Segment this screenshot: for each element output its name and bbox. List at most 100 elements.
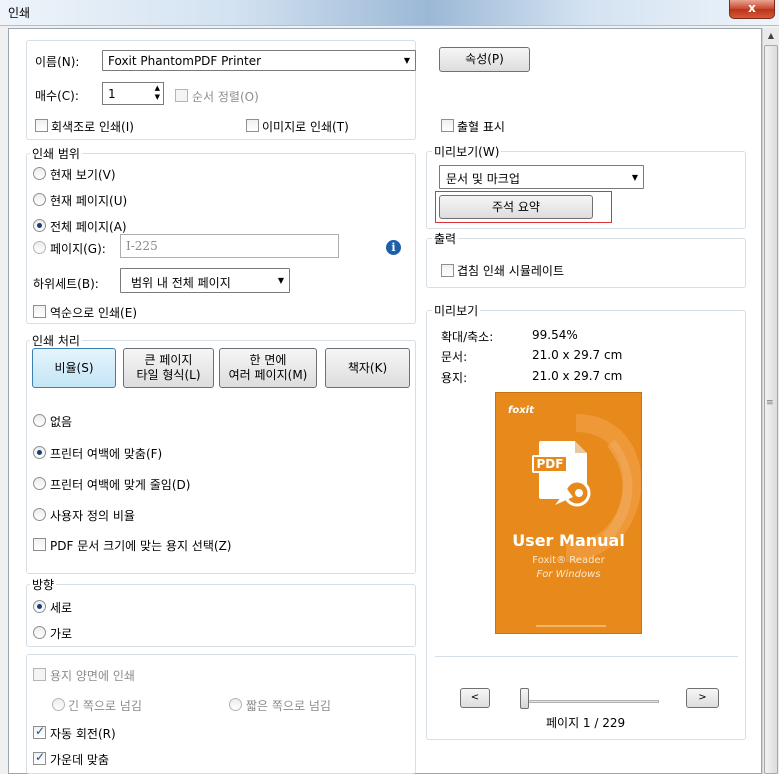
properties-button[interactable]: 속성(P) <box>439 47 530 72</box>
center-page-checkbox[interactable] <box>33 750 46 765</box>
chevron-down-icon: ▼ <box>631 173 638 182</box>
foxit-reader-emblem-icon <box>555 479 591 507</box>
summarize-comments-button[interactable]: 주석 요약 <box>439 195 593 219</box>
radio-current-view[interactable] <box>33 167 46 180</box>
radio-portrait[interactable] <box>33 600 46 613</box>
show-bleed-checkbox[interactable] <box>441 119 454 132</box>
previous-page-button[interactable]: < <box>460 688 490 708</box>
print-range-legend: 인쇄 범위 <box>30 145 82 162</box>
all-pages-label: 전체 페이지(A) <box>50 220 127 234</box>
multiple-button-line1: 한 면에 <box>249 353 287 367</box>
chevron-down-icon: ▼ <box>403 56 410 65</box>
tile-large-pages-button[interactable]: 큰 페이지 타일 형식(L) <box>123 348 214 388</box>
comments-legend: 미리보기(W) <box>432 143 502 160</box>
paper-size-label: 용지: <box>441 371 468 385</box>
flip-long-label: 긴 쪽으로 넘김 <box>68 699 142 713</box>
window-title: 인쇄 <box>8 6 31 20</box>
page-slider-thumb[interactable] <box>520 688 529 709</box>
duplex-checkbox[interactable] <box>33 668 46 681</box>
collate-label: 순서 정렬(O) <box>192 90 259 104</box>
simulate-overprint-checkbox[interactable] <box>441 264 454 277</box>
pages-input[interactable]: I-225 <box>120 234 339 258</box>
radio-all-pages[interactable] <box>33 219 46 232</box>
auto-rotate-label: 자동 회전(R) <box>50 727 116 741</box>
multiple-pages-button[interactable]: 한 면에 여러 페이지(M) <box>219 348 317 388</box>
summarize-comments-label: 주석 요약 <box>492 200 540 214</box>
booklet-button[interactable]: 책자(K) <box>325 348 410 388</box>
next-page-button[interactable]: > <box>686 688 719 708</box>
show-bleed-label: 출혈 표시 <box>457 120 505 134</box>
custom-scale-label: 사용자 정의 비율 <box>50 509 135 523</box>
landscape-label: 가로 <box>50 627 73 641</box>
close-button[interactable]: x <box>729 0 775 19</box>
auto-rotate-checkbox[interactable] <box>33 724 46 739</box>
zoom-label: 확대/축소: <box>441 330 494 344</box>
chevron-right-icon: > <box>698 692 707 703</box>
comments-select[interactable]: 문서 및 마크업 ▼ <box>439 165 644 189</box>
chevron-down-icon: ▼ <box>277 276 284 285</box>
grayscale-checkbox[interactable] <box>35 119 48 132</box>
stepper-arrows-icon[interactable]: ▲ ▼ <box>155 84 160 102</box>
reverse-order-label: 역순으로 인쇄(E) <box>50 306 138 320</box>
radio-pages[interactable] <box>33 241 46 254</box>
radio-custom-scale[interactable] <box>33 508 46 521</box>
scroll-grip-icon: ≡ <box>766 398 774 408</box>
subset-select-value: 범위 내 전체 페이지 <box>131 276 231 290</box>
copies-label: 매수(C): <box>35 89 79 103</box>
page-indicator: 페이지 1 / 229 <box>546 716 626 730</box>
simulate-overprint-label: 겹침 인쇄 시뮬레이트 <box>457 264 564 278</box>
printer-name-label: 이름(N): <box>35 55 80 69</box>
orientation-group <box>26 584 416 647</box>
multiple-button-line2: 여러 페이지(M) <box>228 368 308 382</box>
scroll-up-icon[interactable]: ▲ <box>763 28 779 44</box>
scale-none-label: 없음 <box>50 415 73 429</box>
info-icon[interactable]: i <box>386 240 401 255</box>
subset-label: 하위세트(B): <box>33 277 99 291</box>
subset-select[interactable]: 범위 내 전체 페이지 ▼ <box>120 268 290 293</box>
document-size-value: 21.0 x 29.7 cm <box>532 348 623 362</box>
shrink-margins-label: 프린터 여백에 맞게 줄임(D) <box>50 478 191 492</box>
copies-stepper[interactable]: 1 ▲ ▼ <box>102 82 164 105</box>
scale-button[interactable]: 비율(S) <box>32 348 116 388</box>
thumbnail-footer-line <box>536 625 606 627</box>
radio-current-page[interactable] <box>33 193 46 206</box>
zoom-value: 99.54% <box>532 328 578 342</box>
output-legend: 출력 <box>432 230 459 247</box>
radio-scale-none[interactable] <box>33 414 46 427</box>
pdf-document-icon: PDF <box>532 441 591 507</box>
close-icon: x <box>748 1 756 15</box>
radio-fit-margins[interactable] <box>33 446 46 459</box>
thumbnail-platform: For Windows <box>536 569 601 580</box>
pages-input-placeholder: I-225 <box>126 239 158 253</box>
page-slider-track[interactable] <box>522 700 659 703</box>
radio-landscape[interactable] <box>33 626 46 639</box>
preview-legend: 미리보기 <box>432 302 481 319</box>
collate-checkbox[interactable] <box>175 89 188 102</box>
choose-paper-by-pdf-checkbox[interactable] <box>33 538 46 551</box>
current-view-label: 현재 보기(V) <box>50 168 116 182</box>
thumbnail-title: User Manual <box>512 531 625 550</box>
radio-shrink-margins[interactable] <box>33 477 46 490</box>
print-as-image-checkbox[interactable] <box>246 119 259 132</box>
scale-button-label: 비율(S) <box>54 361 94 375</box>
printer-select-value: Foxit PhantomPDF Printer <box>108 54 262 68</box>
print-handling-legend: 인쇄 처리 <box>30 332 82 349</box>
printer-select[interactable]: Foxit PhantomPDF Printer ▼ <box>102 50 416 71</box>
booklet-button-label: 책자(K) <box>347 361 388 375</box>
title-bar: 인쇄 <box>0 0 779 26</box>
reverse-order-checkbox[interactable] <box>33 305 46 318</box>
print-as-image-label: 이미지로 인쇄(T) <box>262 120 349 134</box>
radio-flip-long-edge[interactable] <box>52 698 65 711</box>
preview-page-thumbnail: foxit PDF User Manual Foxit® Reader For … <box>495 392 642 634</box>
portrait-label: 세로 <box>50 601 73 615</box>
vertical-scrollbar[interactable]: ▲ ≡ <box>762 28 779 774</box>
center-page-label: 가운데 맞춤 <box>50 753 110 767</box>
chevron-left-icon: < <box>470 692 480 703</box>
flip-short-label: 짧은 쪽으로 넘김 <box>246 699 331 713</box>
scrollbar-thumb[interactable] <box>764 45 778 774</box>
pages-label: 페이지(G): <box>50 242 106 256</box>
radio-flip-short-edge[interactable] <box>229 698 242 711</box>
comments-select-value: 문서 및 마크업 <box>446 172 520 186</box>
thumbnail-subtitle: Foxit® Reader <box>532 555 605 566</box>
copies-value: 1 <box>108 87 116 101</box>
